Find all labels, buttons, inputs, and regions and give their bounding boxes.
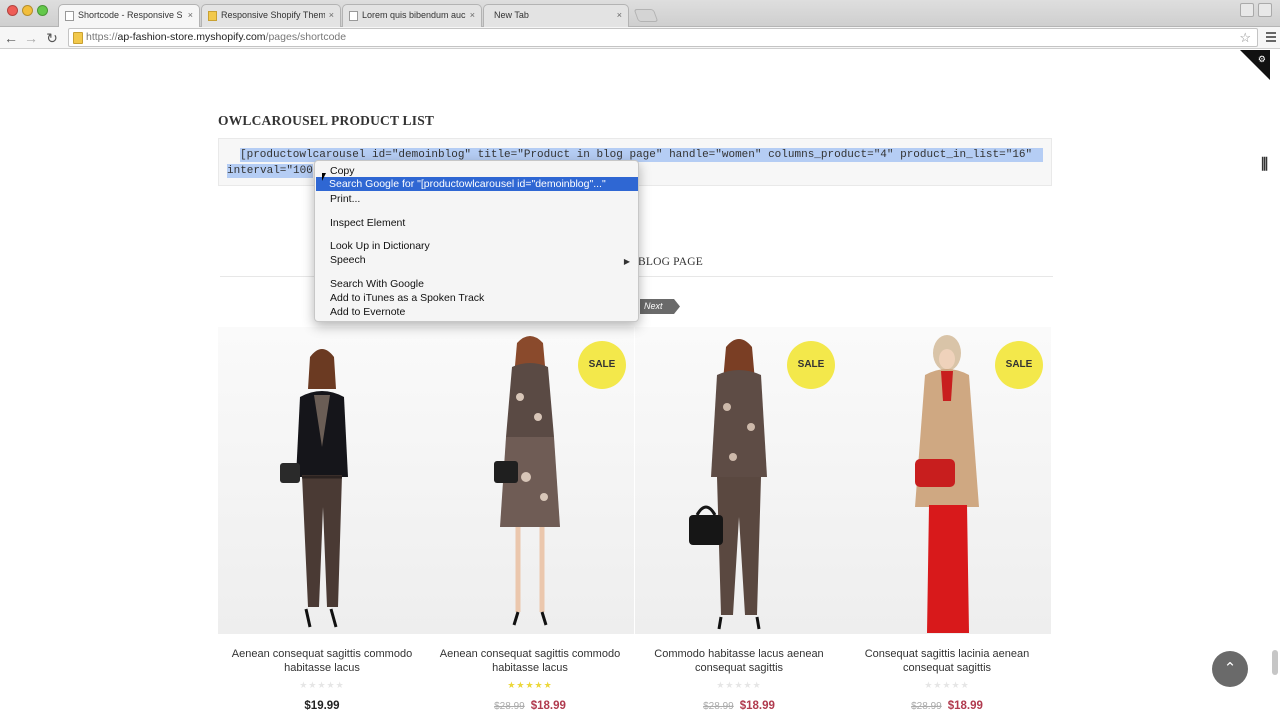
product-card[interactable]: SALE Aenean consequat sagittis commodo h… [426,327,634,720]
menu-item-speech[interactable]: Speech [330,253,366,267]
product-name[interactable]: Aenean consequat sagittis commodo habita… [226,647,418,675]
tab-close-icon[interactable]: × [188,5,193,26]
menu-item-search-google-label: Search Google for "[productowlcarousel i… [329,178,606,190]
back-button[interactable]: ← [2,29,20,47]
sale-badge: SALE [787,341,835,389]
tab-close-icon[interactable]: × [329,5,334,26]
tab-new-tab[interactable]: New Tab × [483,4,629,27]
product-sale-price: $18.99 [947,700,983,712]
new-tab-button[interactable] [633,9,659,22]
address-bar[interactable]: https://ap-fashion-store.myshopify.com/p… [68,28,1258,47]
menu-item-add-to-evernote[interactable]: Add to Evernote [330,305,405,319]
product-price-row: $28.99 $18.99 [843,700,1051,712]
product-old-price: $28.99 [911,701,942,712]
product-sale-price: $18.99 [530,700,566,712]
tab-strip: Shortcode - Responsive Sh × Responsive S… [0,0,1280,27]
menu-item-add-to-itunes[interactable]: Add to iTunes as a Spoken Track [330,291,484,305]
product-name[interactable]: Consequat sagittis lacinia aenean conseq… [851,647,1043,675]
product-image[interactable] [218,327,426,634]
gear-icon[interactable]: ⚙ [1258,54,1266,65]
fullscreen-icon[interactable] [1258,3,1272,17]
product-card[interactable]: SALE Commodo habitasse lacus aenean cons… [635,327,843,720]
menu-item-search-with-google[interactable]: Search With Google [330,277,424,291]
url-scheme: https:// [86,31,118,43]
browser-window: Shortcode - Responsive Sh × Responsive S… [0,0,1280,720]
product-price-row: $19.99 [218,700,426,712]
carousel-next-button[interactable]: Next [640,299,680,314]
model-photo-black-blazer [280,349,348,628]
close-window-button[interactable] [7,5,18,16]
product-sale-price: $18.99 [739,700,775,712]
product-price-row: $28.99 $18.99 [635,700,843,712]
tab-title: Lorem quis bibendum auc [362,10,466,20]
forward-button[interactable]: → [22,29,40,47]
profile-icon[interactable] [1240,3,1254,17]
zoom-window-button[interactable] [37,5,48,16]
mouse-cursor [322,173,326,181]
product-rating: ★★★★★ [924,680,970,690]
sale-badge: SALE [578,341,626,389]
shopify-favicon-icon [208,11,217,21]
tab-close-icon[interactable]: × [470,5,475,26]
product-image[interactable]: SALE [426,327,634,634]
tab-responsive-shopify[interactable]: Responsive Shopify Them × [201,4,341,27]
page-favicon-icon [65,11,74,21]
tab-title: New Tab [494,10,529,20]
tab-lorem-quis[interactable]: Lorem quis bibendum auc × [342,4,482,27]
sliders-icon[interactable]: ⫼ [1261,156,1268,173]
url-text: https://ap-fashion-store.myshopify.com/p… [86,29,346,46]
product-old-price: $28.99 [494,701,525,712]
page-favicon-icon [349,11,358,21]
product-card[interactable]: SALE Consequat sagittis lacinia aenean c… [843,327,1051,720]
tab-shortcode[interactable]: Shortcode - Responsive Sh × [58,4,200,27]
product-rating: ★★★★★ [299,680,345,690]
menu-item-print[interactable]: Print... [330,192,360,206]
menu-item-search-google-highlighted[interactable]: Search Google for "[productowlcarousel i… [316,177,638,191]
menu-item-look-up-dictionary[interactable]: Look Up in Dictionary [330,239,430,253]
bookmark-star-icon[interactable]: ☆ [1239,29,1251,46]
product-price: $19.99 [304,700,340,712]
reload-button[interactable]: ↻ [43,29,61,47]
product-image[interactable]: SALE [635,327,843,634]
menu-item-copy[interactable]: Copy [330,164,355,178]
product-old-price: $28.99 [703,701,734,712]
submenu-arrow-icon: ▶ [623,257,630,266]
browser-menu-icon[interactable] [1266,32,1276,42]
shortcode-line-2: interval="100 [227,164,313,178]
web-page: ⚙ ⫼ OWLCAROUSEL PRODUCT LIST [productowl… [0,50,1280,720]
product-card[interactable]: Aenean consequat sagittis commodo habita… [218,327,426,720]
product-price-row: $28.99 $18.99 [426,700,634,712]
tab-title: Responsive Shopify Them [221,10,325,20]
url-path: /pages/shortcode [265,31,347,43]
product-rating: ★★★★★ [507,680,553,690]
tab-title: Shortcode - Responsive Sh [78,10,182,20]
product-rating: ★★★★★ [716,680,762,690]
menu-item-inspect-element[interactable]: Inspect Element [330,216,405,230]
minimize-window-button[interactable] [22,5,33,16]
product-name[interactable]: Aenean consequat sagittis commodo habita… [434,647,626,675]
tab-close-icon[interactable]: × [617,5,622,26]
back-to-top-button[interactable]: ⌃ [1212,651,1248,687]
section-title: OWLCAROUSEL PRODUCT LIST [218,113,435,128]
url-domain: ap-fashion-store.myshopify.com [117,31,266,43]
product-image[interactable]: SALE [843,327,1051,634]
blog-page-heading: BLOG PAGE [638,256,703,268]
sale-badge: SALE [995,341,1043,389]
page-info-icon[interactable] [73,32,83,44]
product-name[interactable]: Commodo habitasse lacus aenean consequat… [643,647,835,675]
page-scrollbar[interactable] [1272,650,1278,675]
browser-toolbar: ← → ↻ https://ap-fashion-store.myshopify… [0,27,1280,49]
